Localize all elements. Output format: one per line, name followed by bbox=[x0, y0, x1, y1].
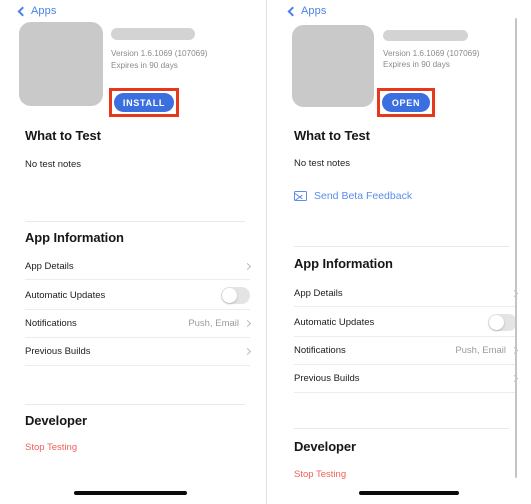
home-indicator bbox=[359, 491, 459, 495]
row-divider bbox=[25, 337, 250, 338]
app-information-heading: App Information bbox=[294, 256, 393, 271]
toggle-knob bbox=[489, 314, 504, 330]
section-divider bbox=[294, 428, 509, 429]
testflight-screen-before-install: Apps Version 1.6.1069 (107069) Expires i… bbox=[0, 0, 262, 504]
install-button-annotation bbox=[109, 88, 179, 117]
chevron-left-icon bbox=[17, 6, 28, 16]
back-to-apps-button[interactable]: Apps bbox=[287, 5, 327, 17]
app-expiry-label: Expires in 90 days bbox=[383, 60, 450, 69]
row-value: Push, Email bbox=[455, 344, 506, 356]
app-name-redacted bbox=[111, 28, 195, 40]
row-label: Previous Builds bbox=[25, 345, 91, 357]
row-accessory bbox=[243, 347, 252, 355]
what-to-test-heading: What to Test bbox=[25, 128, 101, 143]
chevron-right-icon bbox=[243, 262, 252, 270]
what-to-test-heading: What to Test bbox=[294, 128, 370, 143]
developer-heading: Developer bbox=[25, 413, 87, 428]
row-divider bbox=[294, 336, 517, 337]
back-to-apps-button[interactable]: Apps bbox=[17, 5, 57, 17]
section-divider bbox=[25, 221, 245, 222]
automatic-updates-toggle[interactable] bbox=[221, 286, 250, 304]
row-automatic-updates[interactable]: Automatic Updates bbox=[294, 312, 517, 332]
comparison-stage: Apps Version 1.6.1069 (107069) Expires i… bbox=[0, 0, 531, 504]
send-beta-feedback-label: Send Beta Feedback bbox=[314, 190, 413, 202]
test-notes-text: No test notes bbox=[294, 158, 350, 169]
app-name-redacted bbox=[383, 30, 468, 41]
row-accessory: Push, Email bbox=[455, 344, 519, 356]
vertical-scrollbar[interactable] bbox=[515, 18, 517, 478]
test-notes-text: No test notes bbox=[25, 159, 81, 170]
row-label: App Details bbox=[294, 287, 343, 299]
chevron-left-icon bbox=[287, 6, 298, 16]
row-automatic-updates[interactable]: Automatic Updates bbox=[25, 285, 250, 305]
stop-testing-button[interactable]: Stop Testing bbox=[294, 469, 346, 480]
home-indicator bbox=[74, 491, 187, 495]
panel-divider bbox=[266, 0, 267, 504]
row-app-details[interactable]: App Details bbox=[25, 258, 252, 274]
row-divider bbox=[294, 364, 517, 365]
row-label: App Details bbox=[25, 260, 74, 272]
row-divider bbox=[294, 392, 517, 393]
toggle-knob bbox=[222, 287, 237, 303]
row-label: Notifications bbox=[25, 317, 77, 329]
row-previous-builds[interactable]: Previous Builds bbox=[294, 370, 519, 386]
row-label: Notifications bbox=[294, 344, 346, 356]
chevron-right-icon bbox=[243, 319, 252, 327]
section-divider bbox=[294, 246, 509, 247]
envelope-icon bbox=[294, 191, 307, 201]
back-button-label: Apps bbox=[301, 5, 327, 17]
app-icon-placeholder bbox=[292, 25, 374, 107]
row-previous-builds[interactable]: Previous Builds bbox=[25, 343, 252, 359]
chevron-right-icon bbox=[243, 347, 252, 355]
row-divider bbox=[25, 279, 250, 280]
row-label: Automatic Updates bbox=[25, 289, 106, 301]
row-accessory: Push, Email bbox=[188, 317, 252, 329]
row-divider bbox=[25, 365, 250, 366]
automatic-updates-toggle[interactable] bbox=[488, 313, 517, 331]
row-label: Automatic Updates bbox=[294, 316, 375, 328]
open-button-annotation bbox=[377, 88, 435, 117]
stop-testing-button[interactable]: Stop Testing bbox=[25, 442, 77, 453]
row-notifications[interactable]: Notifications Push, Email bbox=[294, 342, 519, 358]
app-version-label: Version 1.6.1069 (107069) bbox=[383, 49, 480, 58]
row-divider bbox=[25, 309, 250, 310]
row-accessory bbox=[243, 262, 252, 270]
row-app-details[interactable]: App Details bbox=[294, 285, 519, 301]
back-button-label: Apps bbox=[31, 5, 57, 17]
app-expiry-label: Expires in 90 days bbox=[111, 61, 178, 70]
testflight-screen-after-install: Apps Version 1.6.1069 (107069) Expires i… bbox=[272, 0, 531, 504]
row-notifications[interactable]: Notifications Push, Email bbox=[25, 315, 252, 331]
app-icon-placeholder bbox=[19, 22, 103, 106]
row-divider bbox=[294, 306, 517, 307]
app-information-heading: App Information bbox=[25, 230, 124, 245]
section-divider bbox=[25, 404, 245, 405]
row-label: Previous Builds bbox=[294, 372, 360, 384]
app-version-label: Version 1.6.1069 (107069) bbox=[111, 49, 208, 58]
row-value: Push, Email bbox=[188, 317, 239, 329]
send-beta-feedback-link[interactable]: Send Beta Feedback bbox=[294, 190, 412, 202]
developer-heading: Developer bbox=[294, 439, 356, 454]
